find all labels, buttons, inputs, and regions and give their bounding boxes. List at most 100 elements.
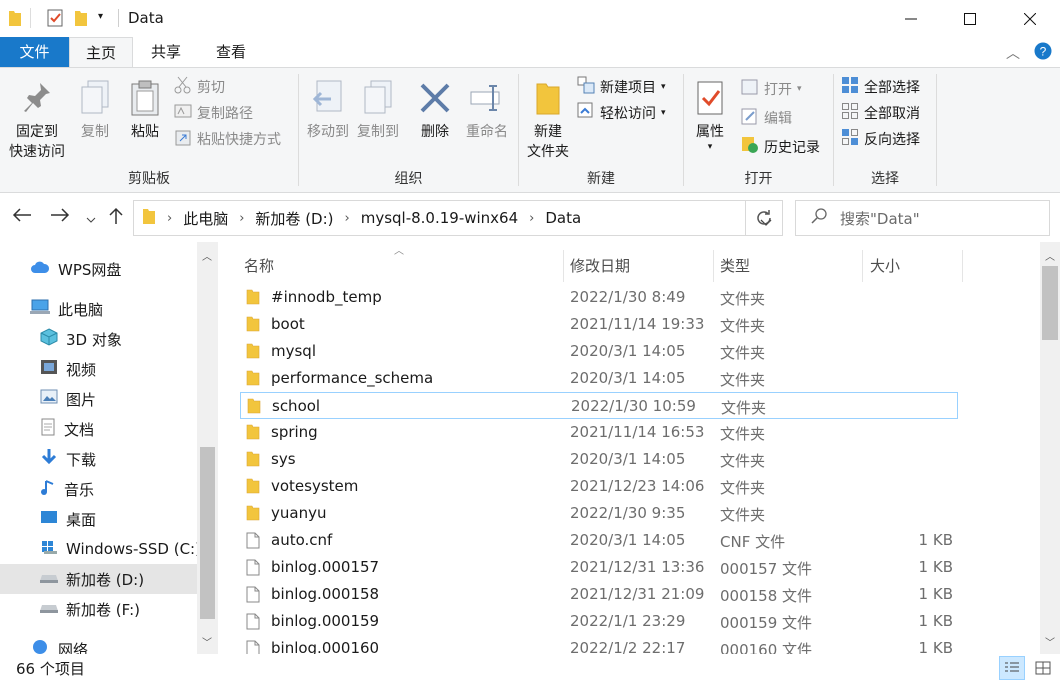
forward-arrow-icon[interactable]: [50, 207, 70, 227]
address-bar[interactable]: › 此电脑 › 新加卷 (D:) › mysql-8.0.19-winx64 ›…: [133, 200, 783, 236]
tab-share[interactable]: 共享: [133, 37, 199, 67]
breadcrumb-mysql[interactable]: mysql-8.0.19-winx64: [361, 209, 518, 227]
new-folder-icon[interactable]: [74, 9, 88, 31]
column-divider[interactable]: [862, 250, 863, 282]
tab-view[interactable]: 查看: [199, 37, 263, 67]
paste-button[interactable]: 粘贴: [122, 74, 168, 142]
nav-item-drive-d[interactable]: 新加卷 (D:): [0, 564, 197, 594]
help-icon[interactable]: ?: [1034, 42, 1052, 64]
properties-icon[interactable]: [46, 9, 64, 31]
chevron-right-icon[interactable]: ›: [167, 211, 172, 226]
nav-item-network[interactable]: 网络: [0, 634, 197, 654]
history-button[interactable]: 历史记录: [741, 135, 820, 159]
scroll-down-arrow-icon[interactable]: ﹀: [1045, 634, 1055, 649]
cut-button[interactable]: 剪切: [174, 75, 225, 99]
maximize-button[interactable]: [947, 0, 993, 37]
rename-button[interactable]: 重命名: [459, 74, 515, 142]
nav-item-pictures[interactable]: 图片: [0, 384, 197, 414]
copy-path-button[interactable]: 复制路径: [174, 101, 253, 125]
select-all-button[interactable]: 全部选择: [841, 75, 920, 99]
open-button[interactable]: 打开 ▾: [741, 77, 802, 101]
column-header-date[interactable]: 修改日期: [570, 248, 630, 284]
nav-scrollbar-thumb[interactable]: [200, 447, 215, 619]
nav-item-3d-objects[interactable]: 3D 对象: [0, 324, 197, 354]
table-row[interactable]: auto.cnf 2020/3/1 14:05 CNF 文件 1 KB: [240, 527, 958, 554]
properties-button[interactable]: 属性 ▾: [688, 74, 732, 152]
table-row[interactable]: sys 2020/3/1 14:05 文件夹: [240, 446, 958, 473]
nav-item-drive-c[interactable]: Windows-SSD (C:): [0, 534, 201, 564]
table-row[interactable]: binlog.000160 2022/1/2 22:17 000160 文件 1 KB: [240, 635, 958, 654]
file-name: sys: [271, 450, 296, 468]
table-row[interactable]: binlog.000158 2021/12/31 21:09 000158 文件 1 …: [240, 581, 958, 608]
nav-item-drive-f[interactable]: 新加卷 (F:): [0, 594, 197, 624]
breadcrumb-this-pc[interactable]: 此电脑: [183, 208, 228, 229]
paste-shortcut-button[interactable]: 粘贴快捷方式: [174, 127, 281, 151]
edit-button[interactable]: 编辑: [741, 106, 792, 130]
tab-file[interactable]: 文件: [0, 37, 69, 67]
folder-icon: [246, 316, 260, 336]
column-header-size[interactable]: 大小: [870, 248, 900, 284]
recent-locations-chevron-icon[interactable]: [86, 210, 96, 229]
column-header-name[interactable]: 名称: [244, 248, 274, 284]
table-row[interactable]: school 2022/1/30 10:59 文件夹: [240, 392, 958, 419]
file-list-scrollbar-thumb[interactable]: [1042, 266, 1058, 340]
chevron-right-icon[interactable]: ›: [239, 211, 244, 226]
details-view-button[interactable]: [999, 656, 1025, 680]
table-row[interactable]: #innodb_temp 2022/1/30 8:49 文件夹: [240, 284, 958, 311]
search-box[interactable]: 搜索"Data": [795, 200, 1050, 236]
nav-item-this-pc[interactable]: 此电脑: [0, 294, 197, 324]
breadcrumb-drive-d[interactable]: 新加卷 (D:): [255, 208, 333, 229]
table-row[interactable]: boot 2021/11/14 19:33 文件夹: [240, 311, 958, 338]
nav-item-documents[interactable]: 文档: [0, 414, 197, 444]
table-row[interactable]: yuanyu 2022/1/30 9:35 文件夹: [240, 500, 958, 527]
new-folder-button[interactable]: 新建 文件夹: [523, 74, 573, 162]
up-arrow-icon[interactable]: [108, 207, 124, 229]
chevron-up-icon[interactable]: ︿: [1006, 43, 1020, 63]
scroll-up-arrow-icon[interactable]: ︿: [1045, 248, 1055, 263]
table-row[interactable]: binlog.000159 2022/1/1 23:29 000159 文件 1 KB: [240, 608, 958, 635]
column-divider[interactable]: [713, 250, 714, 282]
status-bar: 66 个项目: [0, 654, 1060, 682]
select-none-button[interactable]: 全部取消: [841, 101, 920, 125]
easy-access-button[interactable]: 轻松访问 ▾: [577, 101, 666, 125]
chevron-right-icon[interactable]: ›: [345, 211, 350, 226]
file-name: boot: [271, 315, 305, 333]
delete-button[interactable]: 删除: [413, 74, 457, 142]
column-divider[interactable]: [563, 250, 564, 282]
table-row[interactable]: votesystem 2021/12/23 14:06 文件夹: [240, 473, 958, 500]
large-icons-view-button[interactable]: [1030, 656, 1056, 680]
table-row[interactable]: performance_schema 2020/3/1 14:05 文件夹: [240, 365, 958, 392]
move-to-button[interactable]: 移动到: [303, 74, 353, 142]
nav-item-videos[interactable]: 视频: [0, 354, 197, 384]
scroll-up-arrow-icon[interactable]: ︿: [202, 248, 212, 263]
column-header-type[interactable]: 类型: [720, 248, 750, 284]
tab-home[interactable]: 主页: [69, 37, 133, 68]
customize-toolbar-icon[interactable]: ▾: [98, 11, 103, 22]
nav-scrollbar[interactable]: ︿ ﹀: [197, 242, 218, 654]
nav-item-wps-cloud[interactable]: WPS网盘: [0, 254, 197, 284]
folder-icon: [246, 343, 260, 363]
rename-icon: [459, 74, 515, 122]
nav-item-desktop[interactable]: 桌面: [0, 504, 197, 534]
back-arrow-icon[interactable]: [12, 207, 32, 227]
table-row[interactable]: spring 2021/11/14 16:53 文件夹: [240, 419, 958, 446]
refresh-button[interactable]: [745, 200, 783, 236]
invert-selection-button[interactable]: 反向选择: [841, 127, 920, 151]
scroll-down-arrow-icon[interactable]: ﹀: [202, 634, 212, 649]
nav-item-label: 此电脑: [58, 300, 104, 319]
copy-button[interactable]: 复制: [72, 74, 118, 142]
column-divider[interactable]: [962, 250, 963, 282]
nav-item-music[interactable]: 音乐: [0, 474, 197, 504]
nav-item-downloads[interactable]: 下载: [0, 444, 197, 474]
close-button[interactable]: [1007, 0, 1053, 37]
minimize-button[interactable]: [888, 0, 934, 37]
table-row[interactable]: binlog.000157 2021/12/31 13:36 000157 文件 1 …: [240, 554, 958, 581]
pin-to-quick-access-button[interactable]: 固定到 快速访问: [4, 74, 70, 162]
copy-to-button[interactable]: 复制到: [353, 74, 403, 142]
breadcrumb-data[interactable]: Data: [545, 209, 581, 227]
new-item-button[interactable]: 新建项目 ▾: [577, 75, 666, 99]
table-row[interactable]: mysql 2020/3/1 14:05 文件夹: [240, 338, 958, 365]
search-input[interactable]: 搜索"Data": [840, 208, 920, 229]
chevron-right-icon[interactable]: ›: [529, 211, 534, 226]
file-list-scrollbar[interactable]: ︿ ﹀: [1040, 242, 1060, 654]
